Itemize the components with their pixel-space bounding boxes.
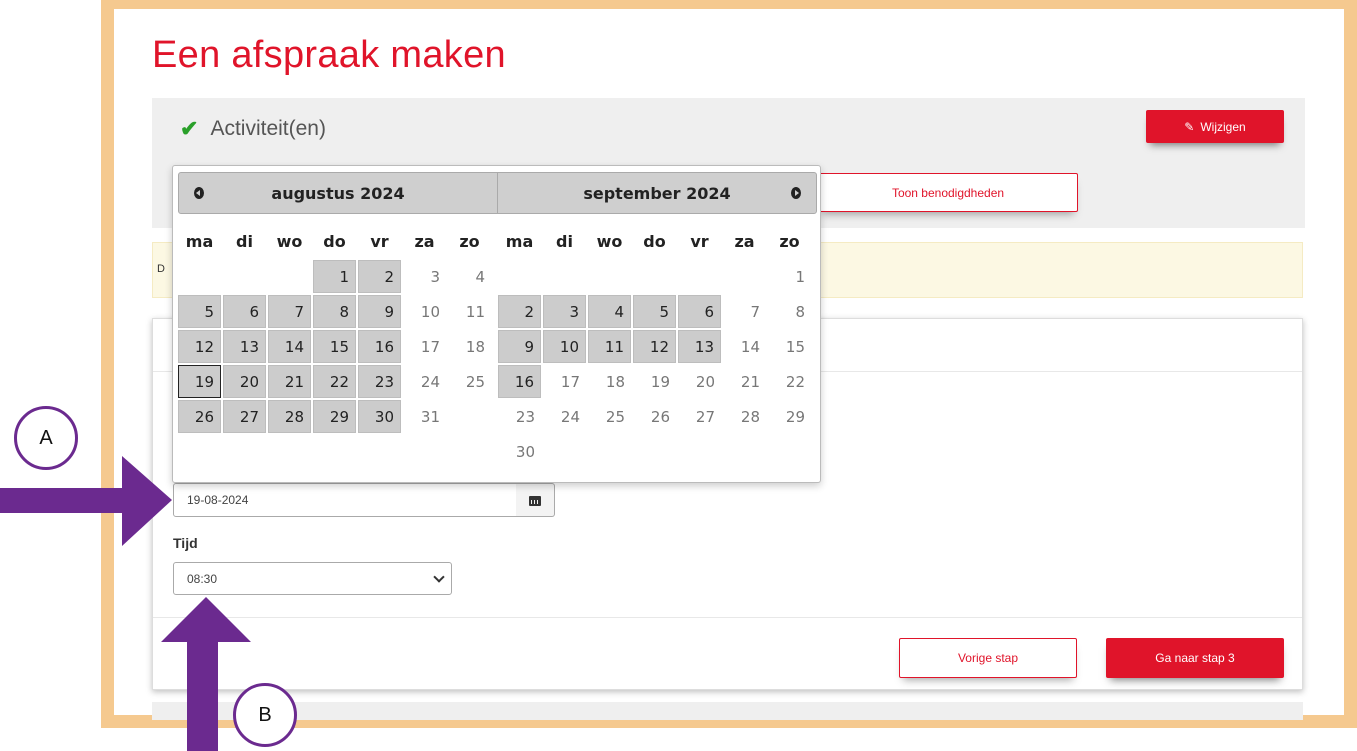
annotation-circle-b: B bbox=[233, 683, 297, 747]
annotation-label-b: B bbox=[258, 703, 272, 726]
annotation-circle-a: A bbox=[14, 406, 78, 470]
annotation-label-a: A bbox=[39, 426, 53, 449]
arrow-a bbox=[0, 456, 172, 546]
annotation-arrows bbox=[0, 456, 251, 751]
